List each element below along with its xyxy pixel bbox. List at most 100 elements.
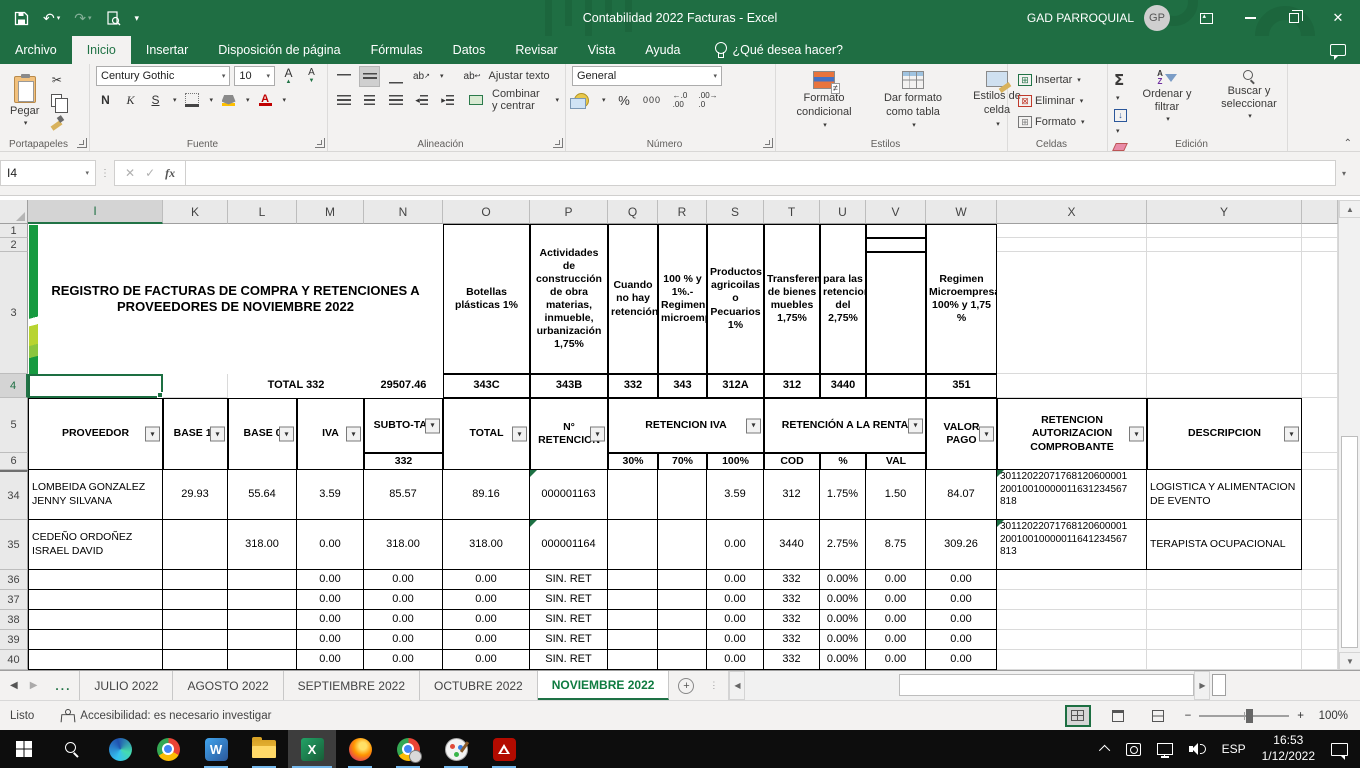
cell-I35[interactable]: CEDEÑO ORDOÑEZ ISRAEL DAVID	[28, 520, 163, 570]
sheet-tab-noviembre-2022[interactable]: NOVIEMBRE 2022	[538, 671, 670, 700]
cell-P1[interactable]: Actividades de construcción de obra mate…	[530, 224, 608, 374]
cell-O39[interactable]: 0.00	[443, 630, 530, 650]
account-name[interactable]: GAD PARROQUIAL	[1027, 11, 1134, 25]
column-header-t[interactable]: T	[764, 200, 820, 224]
cell-N34[interactable]: 85.57	[364, 470, 443, 520]
cell-N40[interactable]: 0.00	[364, 650, 443, 670]
cell-P40[interactable]: SIN. RET	[530, 650, 608, 670]
cell-W1[interactable]: Regimen Microempresarial: 100% y 1,75 %	[926, 224, 997, 374]
cell-R6[interactable]: 70%	[658, 453, 707, 470]
cell-U34[interactable]: 1.75%	[820, 470, 866, 520]
cell-Y37[interactable]	[1147, 590, 1302, 610]
cell-T39[interactable]: 332	[764, 630, 820, 650]
cell-M5[interactable]: IVA▾	[297, 398, 364, 470]
cell-M35[interactable]: 0.00	[297, 520, 364, 570]
cell-P34[interactable]: 000001163	[530, 470, 608, 520]
tab-split-handle[interactable]	[1212, 674, 1226, 696]
delete-cells-button[interactable]: ⊠Eliminar▾	[1016, 93, 1086, 109]
filter-button-N5[interactable]: ▾	[425, 418, 440, 433]
scroll-right-icon[interactable]: ▶	[1194, 671, 1210, 700]
cell-S1[interactable]: Productos agricoilas o Pecuarios 1%	[707, 224, 764, 374]
cell-V35[interactable]: 8.75	[866, 520, 926, 570]
cell-S37[interactable]: 0.00	[707, 590, 764, 610]
cell-M40[interactable]: 0.00	[297, 650, 364, 670]
format-cells-button[interactable]: ⊞Formato▾	[1016, 114, 1086, 130]
cell-Y2[interactable]	[1147, 238, 1302, 252]
cell-V6[interactable]: VAL	[866, 453, 926, 470]
page-layout-view-button[interactable]	[1105, 705, 1131, 727]
column-header-q[interactable]: Q	[608, 200, 658, 224]
cell-P39[interactable]: SIN. RET	[530, 630, 608, 650]
sheet-tab-agosto-2022[interactable]: AGOSTO 2022	[173, 671, 283, 700]
cell-Z5[interactable]	[1302, 398, 1338, 453]
cell-R4[interactable]: 343	[658, 374, 707, 398]
taskbar-search-button[interactable]	[48, 730, 96, 768]
cell-K37[interactable]	[163, 590, 228, 610]
cell-N37[interactable]: 0.00	[364, 590, 443, 610]
row-header-4[interactable]: 4	[0, 374, 28, 398]
cell-Z6[interactable]	[1302, 453, 1338, 470]
cell-V36[interactable]: 0.00	[866, 570, 926, 590]
align-center-icon[interactable]	[360, 91, 379, 110]
zoom-in-button[interactable]: +	[1297, 710, 1304, 722]
decrease-indent-icon[interactable]: ◂	[412, 91, 431, 110]
fill-color-button[interactable]	[219, 91, 238, 110]
cell-Y5[interactable]: DESCRIPCION▾	[1147, 398, 1302, 470]
comma-style-button[interactable]: 000	[643, 91, 662, 110]
row-header-1[interactable]: 1	[0, 224, 28, 238]
zoom-out-button[interactable]: −	[1185, 710, 1192, 722]
sort-filter-button[interactable]: AZ Ordenar y filtrar▾	[1129, 67, 1205, 135]
cell-U4[interactable]: 3440	[820, 374, 866, 398]
cell-M37[interactable]: 0.00	[297, 590, 364, 610]
font-size-combo[interactable]: 10▾	[234, 66, 275, 86]
cell-L39[interactable]	[228, 630, 297, 650]
conditional-formatting-button[interactable]: Formato condicional▾	[780, 67, 868, 135]
cell-Q40[interactable]	[608, 650, 658, 670]
cell-P36[interactable]: SIN. RET	[530, 570, 608, 590]
row-header-39[interactable]: 39	[0, 630, 28, 650]
cell-O5[interactable]: TOTAL▾	[443, 398, 530, 470]
cell-R35[interactable]	[658, 520, 707, 570]
cell-I40[interactable]	[28, 650, 163, 670]
menu-tab-inicio[interactable]: Inicio	[72, 36, 131, 64]
cell-M34[interactable]: 3.59	[297, 470, 364, 520]
cell-R39[interactable]	[658, 630, 707, 650]
cell-L4[interactable]: TOTAL 332	[228, 374, 364, 398]
bold-button[interactable]: N	[96, 91, 115, 110]
increase-decimal-button[interactable]: ←.0.00	[671, 91, 690, 110]
cell-R36[interactable]	[658, 570, 707, 590]
cell-K35[interactable]	[163, 520, 228, 570]
cell-L36[interactable]	[228, 570, 297, 590]
cancel-formula-icon[interactable]: ✕	[125, 166, 135, 180]
cell-R38[interactable]	[658, 610, 707, 630]
cell-Z39[interactable]	[1302, 630, 1338, 650]
align-middle-icon[interactable]	[360, 67, 379, 86]
cell-O35[interactable]: 318.00	[443, 520, 530, 570]
tell-me-search[interactable]: ¿Qué desea hacer?	[714, 36, 844, 64]
cell-O40[interactable]: 0.00	[443, 650, 530, 670]
row-header-5[interactable]: 5	[0, 398, 28, 453]
find-select-button[interactable]: Buscar y seleccionar▾	[1205, 67, 1293, 135]
cell-Z37[interactable]	[1302, 590, 1338, 610]
cell-W36[interactable]: 0.00	[926, 570, 997, 590]
cell-N35[interactable]: 318.00	[364, 520, 443, 570]
cell-Q34[interactable]	[608, 470, 658, 520]
cell-Q6[interactable]: 30%	[608, 453, 658, 470]
cell-Q4[interactable]: 332	[608, 374, 658, 398]
cell-Q35[interactable]	[608, 520, 658, 570]
cell-K36[interactable]	[163, 570, 228, 590]
cell-R37[interactable]	[658, 590, 707, 610]
cell-S35[interactable]: 0.00	[707, 520, 764, 570]
filter-button-Y5[interactable]: ▾	[1284, 427, 1299, 442]
tray-app-icon[interactable]	[1126, 743, 1141, 756]
cell-L5[interactable]: BASE 0▾	[228, 398, 297, 470]
cell-K34[interactable]: 29.93	[163, 470, 228, 520]
cell-U38[interactable]: 0.00%	[820, 610, 866, 630]
cell-W34[interactable]: 84.07	[926, 470, 997, 520]
font-dialog-launcher[interactable]	[315, 138, 325, 148]
horizontal-scrollbar[interactable]: ◀ ▶	[728, 671, 1228, 700]
collapse-ribbon-icon[interactable]: ⌃	[1344, 138, 1352, 149]
cell-W5[interactable]: VALOR PAGO▾	[926, 398, 997, 470]
cell-M36[interactable]: 0.00	[297, 570, 364, 590]
scroll-left-icon[interactable]: ◀	[729, 671, 745, 700]
